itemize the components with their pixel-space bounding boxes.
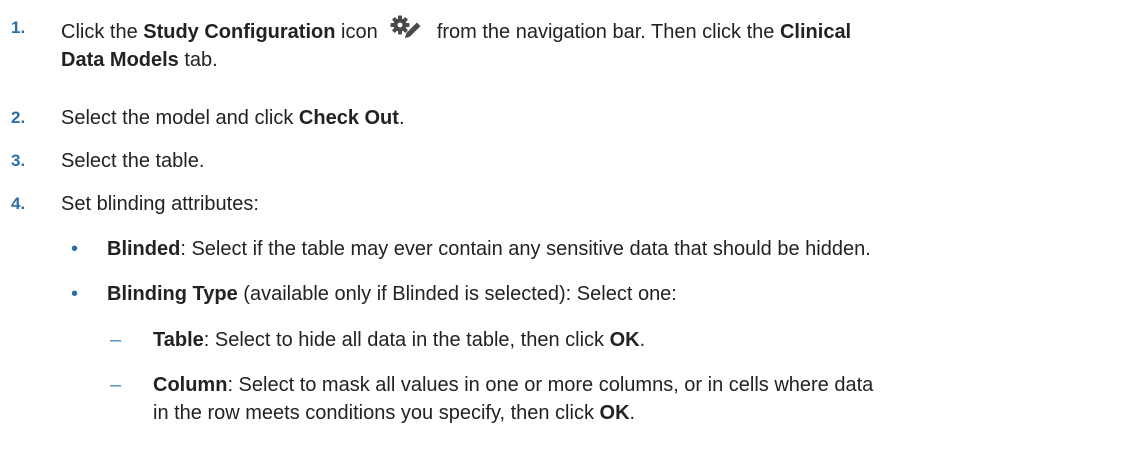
step-number: 3. <box>11 151 26 170</box>
step-text: Select the table. <box>61 150 205 172</box>
ui-term-study-configuration: Study Configuration <box>143 21 336 43</box>
ui-term-column: Column <box>153 374 228 396</box>
bullet-symbol: • <box>71 238 79 260</box>
sub-item-text: Table: Select to hide all data in the ta… <box>153 326 1113 354</box>
step-text: Click the Study Configuration icon from … <box>61 14 1121 74</box>
text-segment: . <box>639 329 646 351</box>
text-segment: from the navigation bar. Then click the <box>431 21 780 43</box>
document: 1. Click the Study Configuration icon fr… <box>0 0 1136 454</box>
ui-term-ok: OK <box>599 402 630 424</box>
step-text: Set blinding attributes: <box>61 193 259 215</box>
ui-term-data-models: Data Models <box>61 49 179 71</box>
ui-term-clinical: Clinical <box>779 21 852 43</box>
text-segment: tab. <box>178 49 218 71</box>
ui-term-blinded: Blinded <box>107 238 181 260</box>
step-number: 2. <box>11 108 26 127</box>
dash-symbol: – <box>110 329 122 351</box>
ui-term-table: Table <box>153 329 204 351</box>
bullet-symbol: • <box>71 283 79 305</box>
ui-term-blinding-type: Blinding Type <box>107 283 238 305</box>
sub-item-text: Column: Select to mask all values in one… <box>153 371 1113 427</box>
text-segment: . <box>398 107 405 129</box>
step-number: 4. <box>11 194 26 213</box>
text-segment: in the row meets conditions you specify,… <box>153 402 600 424</box>
text-segment: Click the <box>61 21 144 43</box>
bullet-text: Blinding Type (available only if Blinded… <box>107 280 1127 308</box>
text-segment: : Select to hide all data in the table, … <box>203 329 610 351</box>
text-segment: Select the model and click <box>61 107 299 129</box>
bullet-text: Blinded: Select if the table may ever co… <box>107 235 1127 263</box>
step-text: Select the model and click Check Out. <box>61 104 1121 132</box>
text-segment: : Select to mask all values in one or mo… <box>227 374 874 396</box>
text-segment: . <box>629 402 636 424</box>
ui-term-ok: OK <box>609 329 640 351</box>
text-segment: : Select if the table may ever contain a… <box>180 238 871 260</box>
ui-term-check-out: Check Out <box>298 107 399 129</box>
text-segment: icon <box>335 21 384 43</box>
step-number: 1. <box>11 18 26 37</box>
gear-pencil-icon <box>387 14 427 44</box>
text-segment: (available only if Blinded is selected):… <box>237 283 677 305</box>
dash-symbol: – <box>110 374 122 396</box>
